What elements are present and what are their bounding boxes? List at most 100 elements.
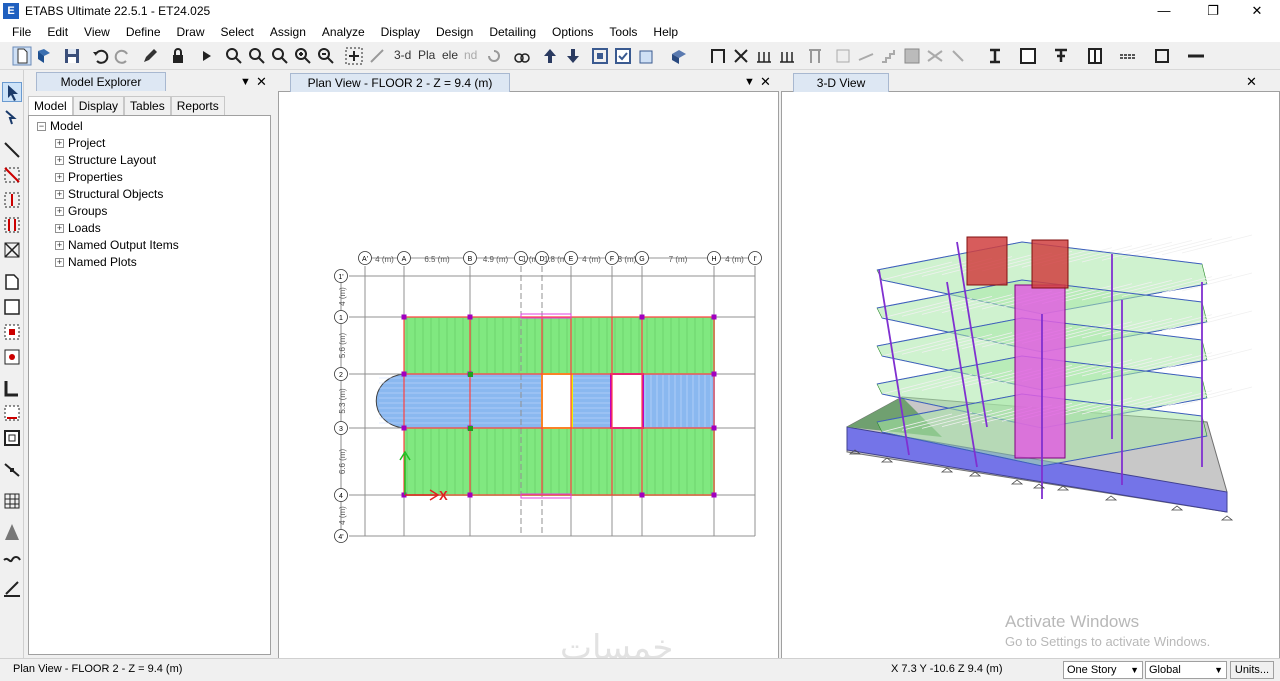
redo-icon[interactable] xyxy=(113,46,133,66)
close-window-button[interactable]: ✕ xyxy=(1234,0,1280,22)
draw-dimension-icon[interactable] xyxy=(2,578,22,598)
zoom-out-icon[interactable] xyxy=(316,46,336,66)
measure-icon[interactable] xyxy=(367,46,387,66)
view-nd-button[interactable]: nd xyxy=(464,48,477,62)
menu-file[interactable]: File xyxy=(4,22,39,42)
expand-icon[interactable]: + xyxy=(55,138,64,148)
draw-link-sidebar-icon[interactable] xyxy=(2,460,22,480)
menu-options[interactable]: Options xyxy=(544,22,601,42)
minimize-button[interactable]: — xyxy=(1141,0,1187,22)
run-analysis-icon[interactable] xyxy=(196,46,216,66)
draw-tendon-icon[interactable] xyxy=(2,548,22,568)
area-section-icon[interactable] xyxy=(1018,46,1038,66)
tab-display[interactable]: Display xyxy=(72,96,125,116)
tree-node-named-output-items[interactable]: + Named Output Items xyxy=(55,237,179,253)
3d-model-drawing[interactable] xyxy=(782,92,1279,658)
draw-stair-icon[interactable] xyxy=(879,46,899,66)
draw-wall-sidebar-icon[interactable] xyxy=(2,378,22,398)
expand-icon[interactable]: + xyxy=(55,155,64,165)
plan-view-tab[interactable]: Plan View - FLOOR 2 - Z = 9.4 (m) xyxy=(290,73,510,92)
set-display-options-icon[interactable] xyxy=(613,46,633,66)
tree-node-structural-objects[interactable]: + Structural Objects xyxy=(55,186,163,202)
plan-menu-icon[interactable]: ▼ xyxy=(744,72,755,92)
set-building-view-icon[interactable] xyxy=(637,46,657,66)
menu-help[interactable]: Help xyxy=(645,22,686,42)
rotate-icon[interactable] xyxy=(484,46,504,66)
tree-node-groups[interactable]: + Groups xyxy=(55,203,107,219)
open-model-icon[interactable] xyxy=(34,46,54,66)
pan-icon[interactable] xyxy=(344,46,364,66)
draw-link-icon[interactable] xyxy=(948,46,968,66)
draw-beams-icon[interactable] xyxy=(777,46,797,66)
menu-analyze[interactable]: Analyze xyxy=(314,22,373,42)
previous-zoom-icon[interactable] xyxy=(270,46,290,66)
explorer-menu-icon[interactable]: ▼ xyxy=(240,72,251,92)
slab-bay-south[interactable] xyxy=(404,428,715,496)
3d-close-icon[interactable]: ✕ xyxy=(1246,72,1257,92)
draw-point-icon[interactable] xyxy=(2,347,22,367)
menu-draw[interactable]: Draw xyxy=(169,22,213,42)
story-combo[interactable]: One Story ▼ xyxy=(1063,661,1143,679)
tree-node-named-plots[interactable]: + Named Plots xyxy=(55,254,137,270)
draw-rect-floor-icon[interactable] xyxy=(2,297,22,317)
expand-icon[interactable]: + xyxy=(55,257,64,267)
quick-draw-wall-icon[interactable] xyxy=(2,403,22,423)
undo-icon[interactable] xyxy=(90,46,110,66)
units-button[interactable]: Units... xyxy=(1230,661,1274,679)
draw-braces-icon[interactable] xyxy=(2,240,22,260)
display-assign-icon[interactable] xyxy=(1152,46,1172,66)
tree-node-structure-layout[interactable]: + Structure Layout xyxy=(55,152,156,168)
expand-icon[interactable]: + xyxy=(55,223,64,233)
draw-ramp-icon[interactable] xyxy=(856,46,876,66)
new-model-icon[interactable] xyxy=(12,46,32,66)
menu-view[interactable]: View xyxy=(76,22,118,42)
tab-model[interactable]: Model xyxy=(28,96,73,117)
draw-wall-icon[interactable] xyxy=(833,46,853,66)
3d-view-tab[interactable]: 3-D View xyxy=(793,73,889,92)
draw-beam-sidebar-icon[interactable] xyxy=(2,190,22,210)
quick-draw-floor-icon[interactable] xyxy=(2,322,22,342)
menu-detailing[interactable]: Detailing xyxy=(481,22,544,42)
draw-column-icon[interactable] xyxy=(805,46,825,66)
plan-view-canvas[interactable]: A' 4 (m) A 6.5 (m) B 4.9 (m) C 1 (m) D 1.8 (m) E 4 … xyxy=(278,92,779,658)
pencil-icon[interactable] xyxy=(140,46,160,66)
restore-button[interactable]: ❐ xyxy=(1190,0,1236,22)
draw-line-icon[interactable] xyxy=(2,140,22,160)
tree-node-model[interactable]: − Model xyxy=(37,118,83,134)
line-style-icon[interactable] xyxy=(1118,46,1138,66)
tree-node-project[interactable]: + Project xyxy=(55,135,105,151)
collapse-icon[interactable]: − xyxy=(37,121,46,131)
3d-view-canvas[interactable] xyxy=(781,92,1280,658)
draw-frame-icon[interactable] xyxy=(708,46,728,66)
zoom-window-icon[interactable] xyxy=(224,46,244,66)
draw-grid-beams-icon[interactable] xyxy=(2,215,22,235)
section-property-icon[interactable] xyxy=(985,46,1005,66)
slab-bay-north[interactable] xyxy=(404,317,715,374)
draw-opening-sidebar-icon[interactable] xyxy=(2,428,22,448)
opening-stair[interactable] xyxy=(541,373,573,429)
curved-slab[interactable] xyxy=(375,373,405,429)
expand-icon[interactable]: + xyxy=(55,189,64,199)
menu-display[interactable]: Display xyxy=(373,22,428,42)
view-plan-button[interactable]: Pla xyxy=(418,48,435,62)
line-weight-icon[interactable] xyxy=(1186,46,1206,66)
explorer-close-icon[interactable]: ✕ xyxy=(256,72,267,92)
tab-reports[interactable]: Reports xyxy=(170,96,225,116)
draw-grid-icon[interactable] xyxy=(2,491,22,511)
menu-assign[interactable]: Assign xyxy=(262,22,314,42)
opening-elevator[interactable] xyxy=(610,373,644,429)
draw-opening-icon[interactable] xyxy=(925,46,945,66)
zoom-in-icon[interactable] xyxy=(293,46,313,66)
draw-floor-icon[interactable] xyxy=(902,46,922,66)
tree-node-properties[interactable]: + Properties xyxy=(55,169,123,185)
tree-node-loads[interactable]: + Loads xyxy=(55,220,101,236)
coordinate-system-combo[interactable]: Global ▼ xyxy=(1145,661,1227,679)
3d-stair-tower[interactable] xyxy=(966,236,1008,286)
menu-edit[interactable]: Edit xyxy=(39,22,76,42)
expand-icon[interactable]: + xyxy=(55,206,64,216)
draw-beam-icon[interactable] xyxy=(754,46,774,66)
menu-select[interactable]: Select xyxy=(213,22,262,42)
menu-design[interactable]: Design xyxy=(428,22,481,42)
draw-stair-sidebar-icon[interactable] xyxy=(2,522,22,542)
menu-tools[interactable]: Tools xyxy=(601,22,645,42)
